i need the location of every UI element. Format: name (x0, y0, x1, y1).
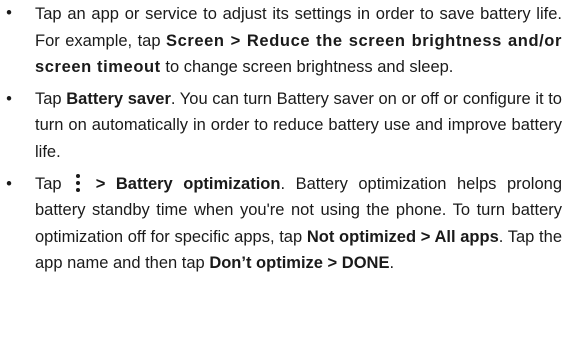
menu-path: Not optimized > All apps (306, 227, 499, 246)
bullet-icon: • (6, 89, 12, 108)
more-options-icon (75, 173, 81, 193)
menu-path: Battery saver (66, 89, 171, 108)
list-item: • Tap an app or service to adjust its se… (0, 0, 570, 81)
menu-path: > Battery optimization (85, 174, 281, 193)
item-text: Tap (35, 89, 67, 108)
item-text: . (389, 254, 395, 273)
bullet-icon: • (6, 174, 12, 193)
item-text: to change screen brightness and sleep. (160, 58, 454, 77)
battery-tips-list: • Tap an app or service to adjust its se… (0, 0, 570, 277)
menu-path: Don’t optimize > DONE (209, 254, 390, 273)
item-text: Tap (35, 174, 73, 193)
bullet-icon: • (6, 4, 12, 22)
list-item: • Tap Battery saver. You can turn Batter… (0, 86, 570, 166)
list-item: • Tap > Battery optimization. Battery op… (0, 171, 570, 277)
